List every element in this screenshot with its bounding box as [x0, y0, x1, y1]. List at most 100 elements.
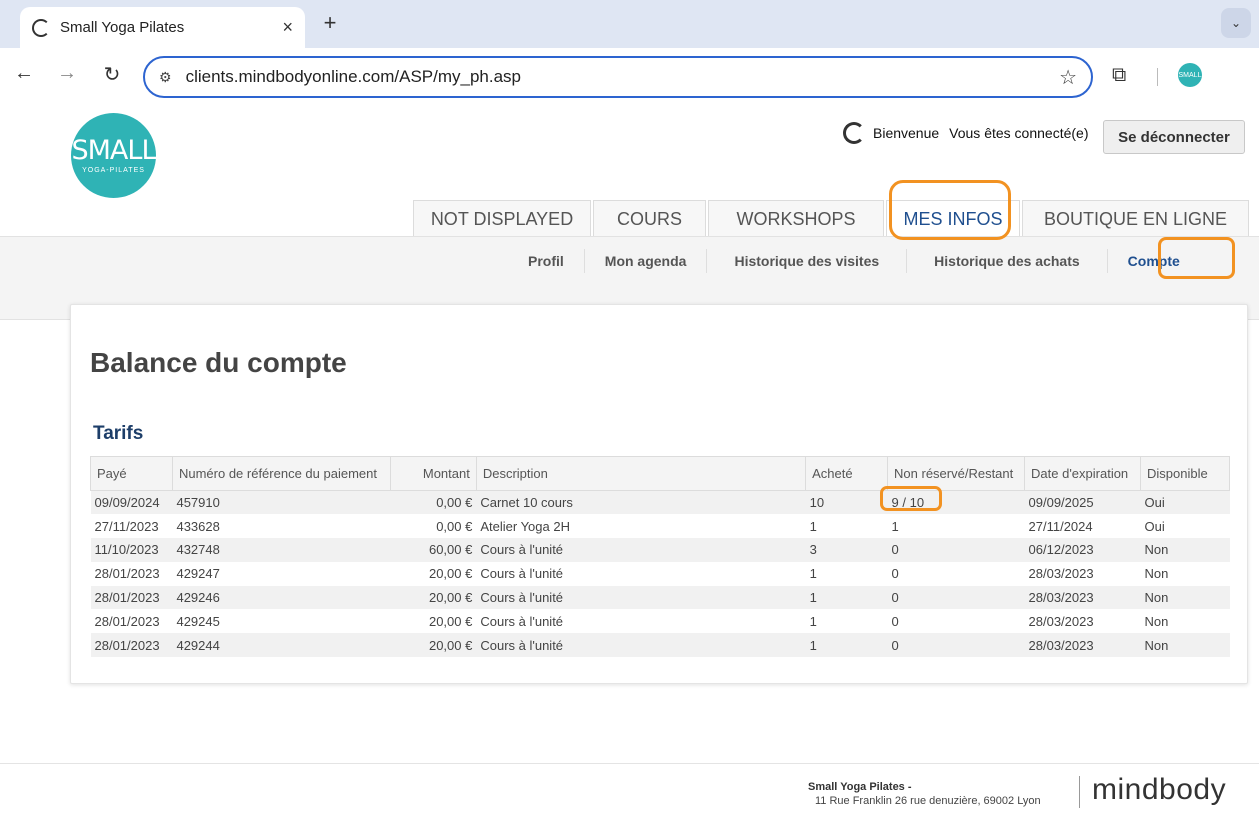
table-cell: 3	[805, 538, 888, 562]
table-cell: Non	[1140, 585, 1230, 610]
tarifs-table: Payé Numéro de référence du paiement Mon…	[90, 456, 1231, 658]
table-cell: 28/01/2023	[90, 585, 173, 610]
tab-cours[interactable]: COURS	[593, 200, 706, 237]
table-cell: 0	[887, 609, 1025, 634]
column-header: Description	[476, 456, 807, 491]
profile-avatar[interactable]: SMALL	[1178, 63, 1202, 87]
subnav-mon-agenda[interactable]: Mon agenda	[585, 249, 708, 273]
table-cell: 60,00 €	[390, 538, 477, 562]
toolbar-divider	[1157, 68, 1158, 86]
extensions-icon[interactable]: ⧉	[1112, 64, 1126, 87]
table-cell: Cours à l'unité	[476, 585, 806, 610]
table-cell: Cours à l'unité	[476, 633, 806, 658]
account-balance-card: Balance du compte Tarifs Payé Numéro de …	[70, 304, 1248, 684]
table-cell: 11/10/2023	[90, 538, 173, 562]
browser-tab[interactable]: Small Yoga Pilates ×	[20, 7, 305, 48]
browser-tabstrip: Small Yoga Pilates × + ⌄	[0, 0, 1259, 48]
logout-button[interactable]: Se déconnecter	[1103, 120, 1245, 154]
footer-divider	[1079, 776, 1080, 808]
reload-button[interactable]: ↻	[100, 62, 124, 90]
table-row: 28/01/2023 429245 20,00 € Cours à l'unité 1 0…	[90, 609, 1230, 634]
table-cell: 429244	[172, 633, 391, 658]
tab-boutique-en-ligne[interactable]: BOUTIQUE EN LIGNE	[1022, 200, 1249, 237]
column-header: Acheté	[805, 456, 889, 491]
connected-label: Vous êtes connecté(e)	[949, 125, 1089, 141]
table-cell: 1	[805, 633, 888, 658]
table-header-row: Payé Numéro de référence du paiement Mon…	[90, 456, 1231, 491]
table-cell: 28/03/2023	[1024, 585, 1141, 610]
loading-spinner-icon	[843, 122, 865, 144]
table-cell: 1	[887, 514, 1025, 539]
table-cell: Non	[1140, 633, 1230, 658]
address-url[interactable]: clients.mindbodyonline.com/ASP/my_ph.asp	[186, 67, 1060, 87]
table-cell: 432748	[172, 538, 391, 562]
table-cell: 28/03/2023	[1024, 609, 1141, 634]
table-cell: 429246	[172, 585, 391, 610]
tab-not-displayed[interactable]: NOT DISPLAYED	[413, 200, 591, 237]
table-cell: 0	[887, 585, 1025, 610]
mindbody-logo: mindbody	[1092, 773, 1227, 806]
table-cell: 06/12/2023	[1024, 538, 1141, 562]
table-cell: 09/09/2024	[90, 490, 173, 515]
forward-button[interactable]: →	[55, 62, 79, 90]
table-cell: 28/01/2023	[90, 561, 173, 586]
tab-workshops[interactable]: WORKSHOPS	[708, 200, 884, 237]
tab-search-dropdown-icon[interactable]: ⌄	[1221, 8, 1251, 38]
back-button[interactable]: ←	[12, 62, 36, 90]
table-cell: 0	[887, 538, 1025, 562]
column-header: Payé	[90, 456, 173, 491]
table-cell: 429247	[172, 561, 391, 586]
new-tab-button[interactable]: +	[318, 10, 342, 36]
column-header: Numéro de référence du paiement	[172, 456, 391, 491]
table-cell: 1	[805, 585, 888, 610]
bookmark-star-icon[interactable]: ☆	[1059, 65, 1077, 90]
table-cell: Carnet 10 cours	[476, 490, 806, 515]
site-logo[interactable]: SMALL YOGA-PILATES	[71, 113, 157, 198]
table-cell: 20,00 €	[390, 633, 477, 658]
page-footer: Small Yoga Pilates - 11 Rue Franklin 26 …	[0, 763, 1259, 827]
table-cell: 27/11/2024	[1024, 514, 1141, 539]
column-header: Date d'expiration	[1024, 456, 1141, 491]
column-header: Non réservé/Restant	[887, 456, 1026, 491]
table-row: 11/10/2023 432748 60,00 € Cours à l'unité 3 0…	[90, 538, 1230, 562]
table-cell: Oui	[1140, 514, 1230, 539]
table-row: 28/01/2023 429246 20,00 € Cours à l'unité 1 0…	[90, 585, 1230, 610]
tab-title: Small Yoga Pilates	[60, 19, 185, 36]
table-cell: Atelier Yoga 2H	[476, 514, 806, 539]
subnav-compte[interactable]: Compte	[1108, 249, 1200, 273]
subnav-profil[interactable]: Profil	[508, 249, 585, 273]
table-cell: 1	[805, 609, 888, 634]
table-cell: 28/01/2023	[90, 609, 173, 634]
welcome-area: Bienvenue Vous êtes connecté(e)	[843, 122, 1088, 144]
table-cell: Cours à l'unité	[476, 609, 806, 634]
subnav-historique-visites[interactable]: Historique des visites	[707, 249, 908, 273]
tab-close-icon[interactable]: ×	[282, 17, 293, 38]
address-bar[interactable]: ⚙ clients.mindbodyonline.com/ASP/my_ph.a…	[143, 56, 1093, 98]
table-cell: 429245	[172, 609, 391, 634]
footer-address: 11 Rue Franklin 26 rue denuzière, 69002 …	[815, 795, 1041, 807]
table-cell: 20,00 €	[390, 609, 477, 634]
subnav-historique-achats[interactable]: Historique des achats	[907, 249, 1108, 273]
browser-toolbar: ← → ↻ ⚙ clients.mindbodyonline.com/ASP/m…	[0, 48, 1259, 106]
table-cell: Non	[1140, 561, 1230, 586]
loading-spinner-icon	[32, 18, 50, 37]
table-row: 28/01/2023 429244 20,00 € Cours à l'unité 1 0…	[90, 633, 1230, 658]
table-cell: 20,00 €	[390, 585, 477, 610]
site-info-icon[interactable]: ⚙	[159, 69, 172, 86]
table-cell: 0	[887, 633, 1025, 658]
logo-sub-text: YOGA-PILATES	[82, 167, 145, 174]
table-cell: 09/09/2025	[1024, 490, 1141, 515]
tab-mes-infos[interactable]: MES INFOS	[886, 200, 1020, 237]
site-page: SMALL YOGA-PILATES Bienvenue Vous êtes c…	[0, 106, 1259, 827]
table-cell: 433628	[172, 514, 391, 539]
table-cell: 28/01/2023	[90, 633, 173, 658]
table-row: 09/09/2024 457910 0,00 € Carnet 10 cours 10 9…	[90, 490, 1230, 515]
table-cell: Cours à l'unité	[476, 561, 806, 586]
footer-business-name: Small Yoga Pilates -	[808, 781, 912, 793]
table-cell: 20,00 €	[390, 561, 477, 586]
table-row: 28/01/2023 429247 20,00 € Cours à l'unité 1 0…	[90, 561, 1230, 586]
table-cell: 28/03/2023	[1024, 561, 1141, 586]
table-cell: 0,00 €	[390, 490, 477, 515]
table-cell: 1	[805, 561, 888, 586]
table-cell: Non	[1140, 609, 1230, 634]
